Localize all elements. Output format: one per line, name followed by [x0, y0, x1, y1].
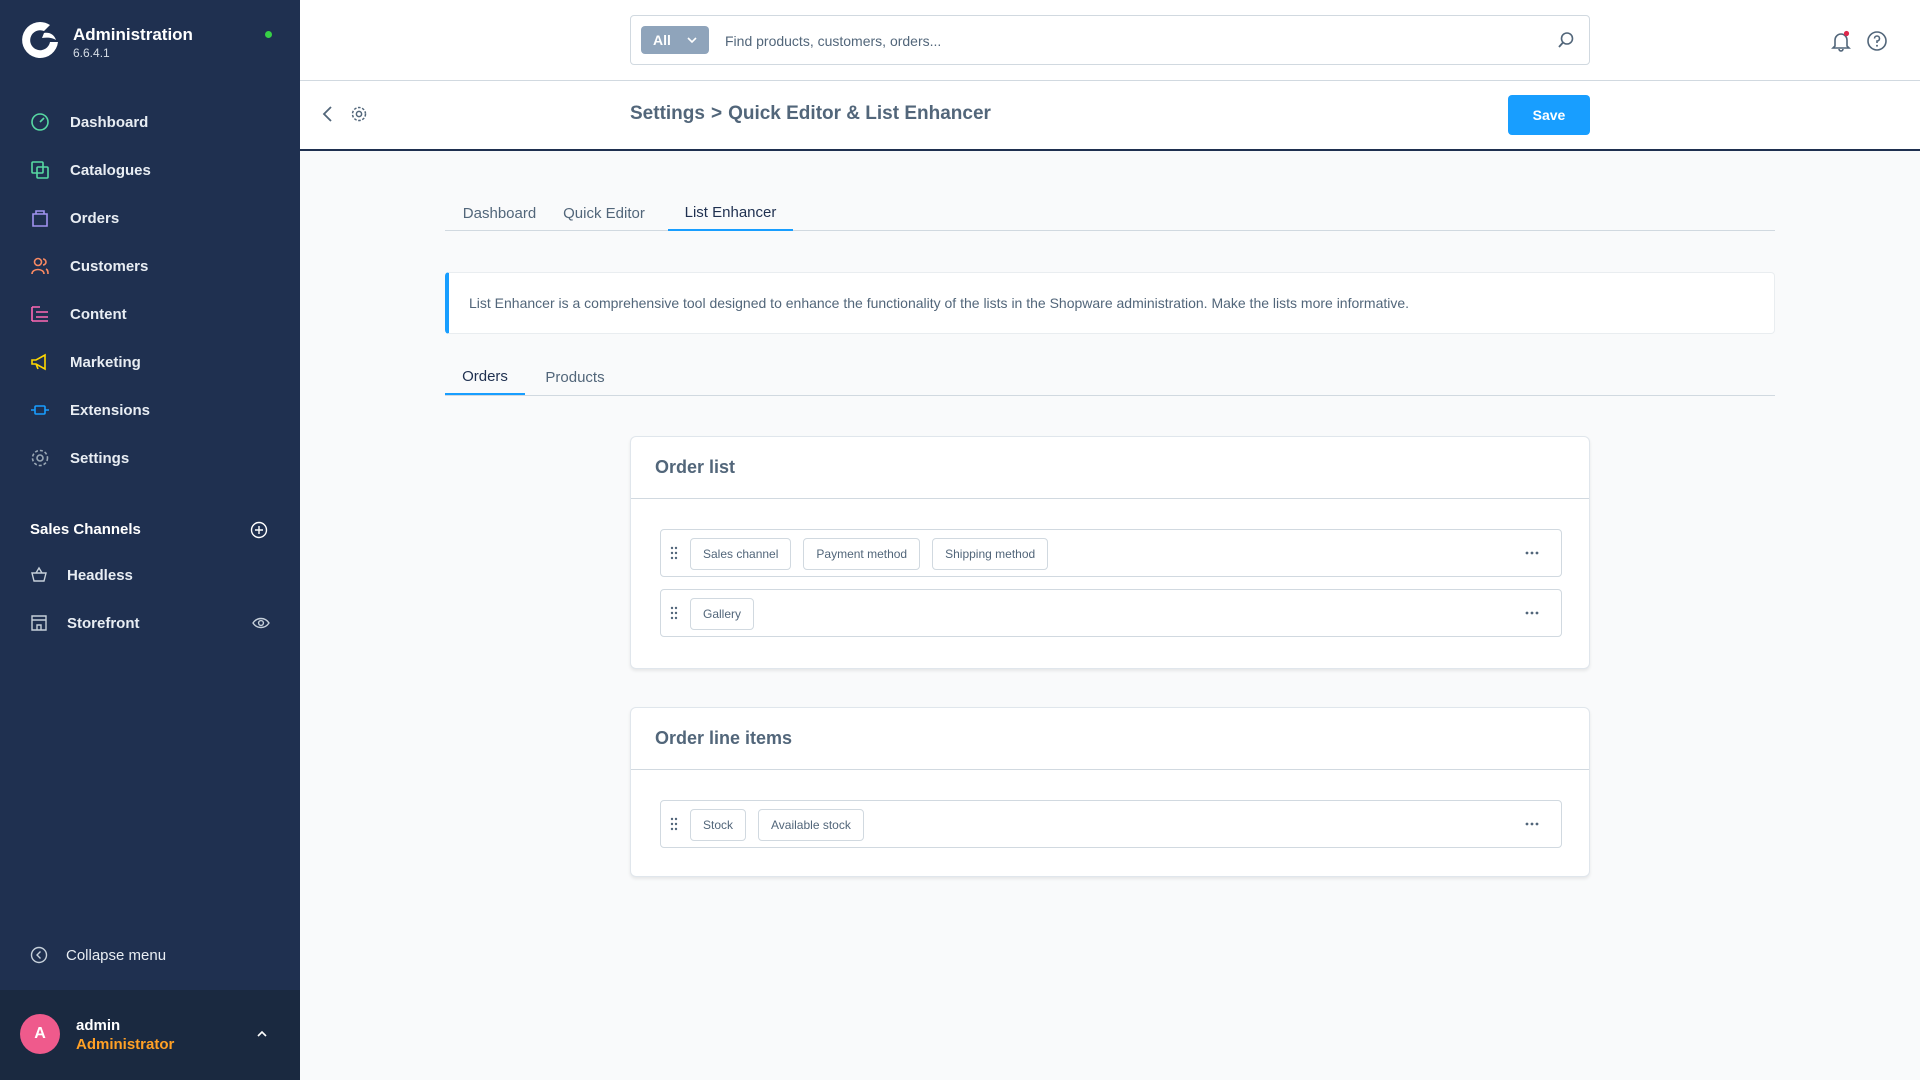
more-options-icon[interactable]: [1525, 611, 1539, 615]
sales-channel-storefront[interactable]: Storefront: [0, 601, 300, 645]
tab-dashboard[interactable]: Dashboard: [445, 195, 554, 231]
sidebar-item-label: Content: [70, 305, 127, 323]
sales-channel-label: Storefront: [67, 614, 140, 632]
marketing-icon: [31, 353, 46, 371]
app-title: Administration: [73, 25, 193, 44]
basket-icon: [31, 566, 47, 582]
column-chip[interactable]: Available stock: [758, 809, 864, 841]
content-icon: [31, 306, 48, 322]
sidebar-item-content[interactable]: Content: [0, 290, 300, 338]
card-title: Order list: [631, 437, 1589, 499]
settings-icon: [31, 449, 49, 467]
info-alert: List Enhancer is a comprehensive tool de…: [445, 272, 1775, 334]
app-version: 6.6.4.1: [73, 46, 110, 60]
drag-handle-icon[interactable]: [670, 546, 678, 560]
sidebar-item-label: Customers: [70, 257, 149, 275]
column-chip[interactable]: Gallery: [690, 598, 755, 630]
customers-icon: [31, 257, 49, 275]
orders-icon: [32, 210, 48, 227]
sidebar-item-label: Dashboard: [70, 113, 149, 131]
save-button[interactable]: Save: [1508, 95, 1590, 135]
search-type-label: All: [653, 32, 671, 48]
column-chip[interactable]: Payment method: [803, 538, 921, 570]
sales-channels-heading: Sales Channels: [30, 521, 141, 538]
top-bar: All: [300, 0, 1920, 81]
global-search: All: [630, 15, 1590, 65]
card-title: Order line items: [631, 708, 1589, 770]
more-options-icon[interactable]: [1525, 551, 1539, 555]
avatar: A: [20, 1014, 60, 1054]
sales-channel-headless[interactable]: Headless: [0, 553, 300, 597]
sub-tabs: Orders Products: [445, 359, 1775, 396]
chip-list: Gallery: [690, 598, 755, 630]
drag-handle-icon[interactable]: [670, 817, 678, 831]
tab-quick-editor[interactable]: Quick Editor: [554, 195, 654, 231]
sidebar-item-label: Extensions: [70, 401, 151, 419]
search-icon[interactable]: [1557, 31, 1575, 49]
eye-icon[interactable]: [252, 615, 270, 631]
breadcrumb-separator: >: [710, 103, 723, 124]
subtab-orders[interactable]: Orders: [445, 359, 525, 395]
content-area: Dashboard Quick Editor List Enhancer Lis…: [300, 153, 1920, 1080]
column-group-row[interactable]: Gallery: [660, 589, 1562, 637]
catalogues-icon: [31, 161, 49, 179]
sidebar-item-dashboard[interactable]: Dashboard: [0, 98, 300, 146]
column-chip[interactable]: Sales channel: [690, 538, 792, 570]
drag-handle-icon[interactable]: [670, 606, 678, 620]
sidebar-header: Administration 6.6.4.1: [0, 0, 300, 88]
user-menu[interactable]: A admin Administrator: [0, 990, 300, 1080]
chevron-down-icon: [687, 37, 697, 44]
extensions-icon: [31, 405, 49, 415]
sidebar-item-label: Orders: [70, 209, 120, 227]
smart-bar: Settings > Quick Editor & List Enhancer …: [300, 81, 1920, 151]
sidebar-item-marketing[interactable]: Marketing: [0, 338, 300, 386]
chevron-up-icon[interactable]: [256, 1028, 268, 1040]
sales-channel-label: Headless: [67, 566, 133, 584]
tab-list-enhancer[interactable]: List Enhancer: [668, 195, 793, 231]
search-input[interactable]: [725, 28, 1525, 54]
column-chip[interactable]: Shipping method: [932, 538, 1049, 570]
dashboard-icon: [31, 113, 49, 131]
user-name: admin: [76, 1017, 121, 1034]
sidebar-item-extensions[interactable]: Extensions: [0, 386, 300, 434]
online-status-dot: [265, 31, 272, 38]
sidebar: Administration 6.6.4.1 Dashboard Catalog…: [0, 0, 300, 1080]
help-icon[interactable]: [1866, 30, 1888, 52]
sidebar-item-label: Catalogues: [70, 161, 151, 179]
search-type-select[interactable]: All: [641, 26, 709, 54]
column-group-row[interactable]: Stock Available stock: [660, 800, 1562, 848]
user-role: Administrator: [76, 1036, 175, 1053]
collapse-icon: [30, 946, 48, 964]
main-tabs: Dashboard Quick Editor List Enhancer: [445, 195, 1775, 231]
breadcrumb: Settings > Quick Editor & List Enhancer: [630, 103, 991, 125]
breadcrumb-root[interactable]: Settings: [630, 103, 705, 125]
sidebar-item-orders[interactable]: Orders: [0, 194, 300, 242]
page-title: Quick Editor & List Enhancer: [728, 103, 991, 124]
notifications-bell-icon[interactable]: [1830, 30, 1852, 52]
more-options-icon[interactable]: [1525, 822, 1539, 826]
order-line-items-card: Order line items Stock Available stock: [630, 707, 1590, 877]
order-list-card: Order list Sales channel Payment method …: [630, 436, 1590, 669]
add-sales-channel-icon[interactable]: [250, 521, 268, 539]
collapse-menu-label: Collapse menu: [66, 946, 167, 964]
back-chevron-icon[interactable]: [320, 105, 336, 123]
sidebar-item-label: Marketing: [70, 353, 141, 371]
chip-list: Sales channel Payment method Shipping me…: [690, 538, 1049, 570]
gear-icon[interactable]: [350, 105, 368, 123]
column-group-row[interactable]: Sales channel Payment method Shipping me…: [660, 529, 1562, 577]
subtab-products[interactable]: Products: [529, 359, 621, 395]
main-nav: Dashboard Catalogues Orders Customers Co…: [0, 98, 300, 482]
sidebar-item-catalogues[interactable]: Catalogues: [0, 146, 300, 194]
chip-list: Stock Available stock: [690, 809, 864, 841]
collapse-menu-button[interactable]: Collapse menu: [30, 946, 166, 964]
storefront-icon: [31, 615, 47, 631]
sidebar-item-label: Settings: [70, 449, 130, 467]
shopware-logo-icon: [22, 21, 58, 58]
column-chip[interactable]: Stock: [690, 809, 747, 841]
sidebar-item-customers[interactable]: Customers: [0, 242, 300, 290]
sidebar-item-settings[interactable]: Settings: [0, 434, 300, 482]
